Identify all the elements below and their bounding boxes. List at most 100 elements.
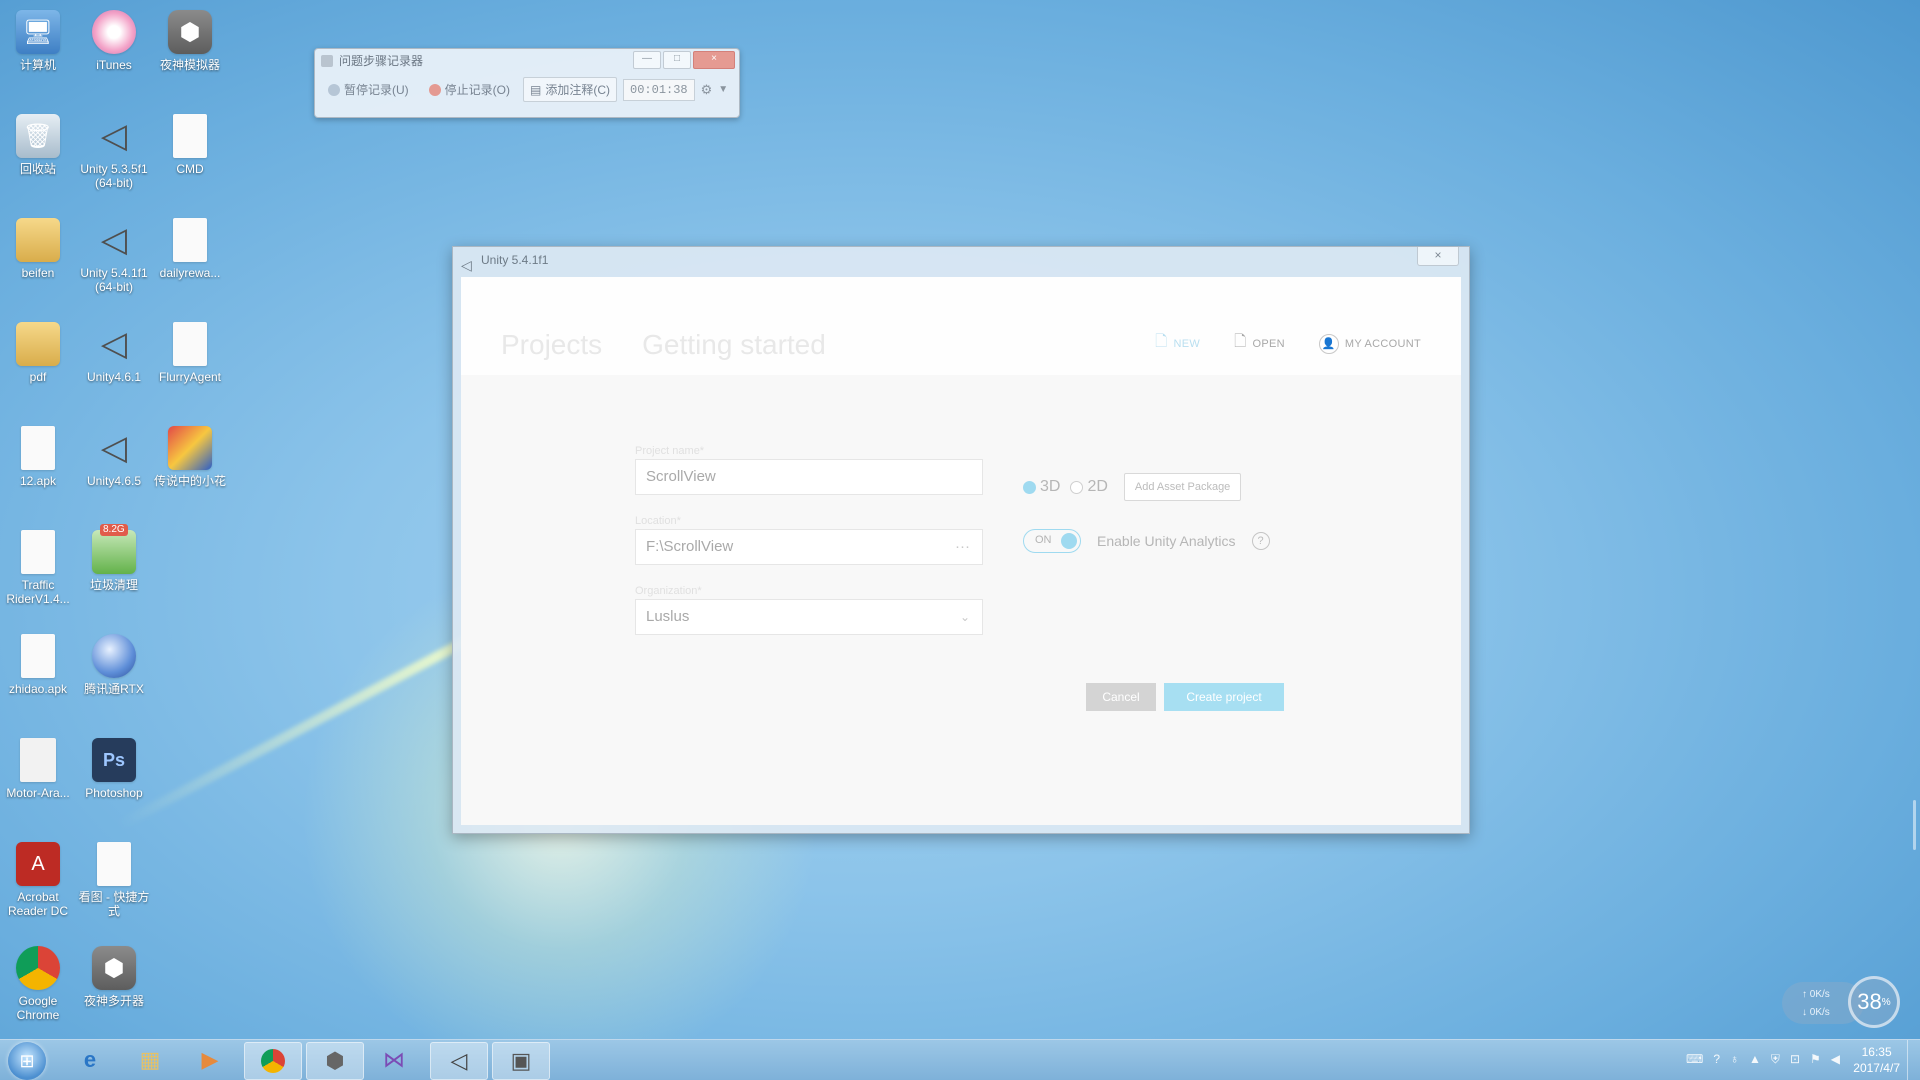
- unity-content: Projects Getting started 🗋 NEW 🗋 OPEN 👤 …: [461, 277, 1461, 825]
- taskbar-clock[interactable]: 16:35 2017/4/7: [1853, 1044, 1900, 1076]
- tab-getting-started[interactable]: Getting started: [642, 329, 826, 361]
- desktop-icon-beifen[interactable]: beifen: [0, 212, 76, 280]
- desktop-icon-game[interactable]: 传说中的小花: [152, 420, 228, 488]
- new-file-icon: 🗋: [1155, 333, 1168, 350]
- help-icon[interactable]: ?: [1713, 1052, 1720, 1067]
- desktop-icon-label: Unity4.6.5: [86, 474, 142, 488]
- file-icon: [173, 114, 207, 158]
- desktop-icon-acrobat[interactable]: A Acrobat Reader DC: [0, 836, 76, 918]
- radio-2d-label: 2D: [1087, 478, 1108, 495]
- pause-record-button[interactable]: 暂停记录(U): [321, 77, 416, 102]
- taskbar-media-player[interactable]: ▶: [182, 1042, 238, 1078]
- toggle-knob: [1061, 533, 1077, 549]
- pause-icon: [328, 83, 340, 96]
- project-name-input[interactable]: ScrollView: [635, 459, 983, 495]
- taskbar-explorer[interactable]: ▦: [122, 1042, 178, 1078]
- radio-2d[interactable]: 2D: [1070, 478, 1108, 496]
- desktop-icon-label: 回收站: [19, 162, 56, 176]
- taskbar-nox[interactable]: ⬢: [306, 1042, 364, 1080]
- taskbar-unity[interactable]: ◁: [430, 1042, 488, 1080]
- desktop-icon-unity-461[interactable]: ◁ Unity4.6.1: [76, 316, 152, 384]
- analytics-toggle[interactable]: ON: [1023, 529, 1081, 553]
- shield-icon[interactable]: ⛨: [1771, 1052, 1780, 1067]
- steps-recorder-titlebar[interactable]: 问题步骤记录器 — □ ×: [315, 49, 739, 73]
- show-desktop-button[interactable]: [1907, 1040, 1920, 1080]
- desktop-icon-cmd[interactable]: CMD: [152, 108, 228, 176]
- organization-select[interactable]: Luslus ⌄: [635, 599, 983, 635]
- clock-time: 16:35: [1861, 1045, 1892, 1059]
- desktop-icon-12apk[interactable]: 12.apk: [0, 420, 76, 488]
- clock-date: 2017/4/7: [1853, 1061, 1900, 1075]
- taskbar-chrome[interactable]: [244, 1042, 302, 1080]
- chrome-icon: [261, 1049, 285, 1073]
- taskbar: ⊞ e ▦ ▶ ⬢ ⋈ ◁ ▣ ⌨ ? ♁ ▲ ⛨ ⊡ ⚑ ◀ 16:35 20…: [0, 1039, 1920, 1080]
- unity-launcher-window: ◁ Unity 5.4.1f1 × Projects Getting start…: [452, 246, 1470, 834]
- desktop-icon-motor[interactable]: Motor-Ara...: [0, 732, 76, 800]
- minimize-button[interactable]: —: [633, 51, 661, 69]
- recorder-icon: ▣: [510, 1048, 532, 1073]
- analytics-label: Enable Unity Analytics: [1097, 533, 1236, 549]
- keyboard-icon[interactable]: ⌨: [1686, 1052, 1703, 1067]
- desktop-icon-label: Acrobat Reader DC: [7, 890, 69, 918]
- cancel-button[interactable]: Cancel: [1086, 683, 1156, 711]
- radio-3d[interactable]: 3D: [1023, 478, 1060, 496]
- desktop-icon-dailyreward[interactable]: dailyrewa...: [152, 212, 228, 280]
- desktop-icon-label: 垃圾清理: [89, 578, 138, 592]
- desktop-icon-photoshop[interactable]: Ps Photoshop: [76, 732, 152, 800]
- radio-2d-indicator: [1070, 480, 1084, 494]
- maximize-button[interactable]: □: [663, 51, 691, 69]
- desktop-icon-itunes[interactable]: ♪ iTunes: [76, 4, 152, 72]
- chevron-down-icon: ⌄: [959, 610, 970, 624]
- project-name-group: Project name* ScrollView: [635, 445, 983, 495]
- create-project-button[interactable]: Create project: [1164, 683, 1284, 711]
- add-comment-button[interactable]: ▤ 添加注释(C): [523, 77, 618, 102]
- radio-3d-indicator: [1023, 480, 1036, 494]
- stop-record-button[interactable]: 停止记录(O): [422, 77, 517, 102]
- close-button[interactable]: ×: [1417, 247, 1459, 266]
- close-button[interactable]: ×: [693, 51, 735, 69]
- desktop-icon-pdf[interactable]: pdf: [0, 316, 76, 384]
- flag-icon[interactable]: ⚑: [1810, 1052, 1821, 1067]
- desktop-icon-rtx[interactable]: 腾讯通RTX: [76, 628, 152, 696]
- desktop-icon-unity-541[interactable]: ◁ Unity 5.4.1f1 (64-bit): [76, 212, 152, 294]
- desktop-icon-traffic-rider[interactable]: Traffic RiderV1.4...: [0, 524, 76, 606]
- volume-icon[interactable]: ◀: [1831, 1052, 1840, 1067]
- desktop-icon-zhidao[interactable]: zhidao.apk: [0, 628, 76, 696]
- desktop-icon-nox[interactable]: ⬢ 夜神模拟器: [152, 4, 228, 72]
- open-project-button[interactable]: 🗋 OPEN: [1234, 331, 1285, 356]
- start-button[interactable]: ⊞: [8, 1042, 46, 1080]
- desktop-icon-computer[interactable]: 🖥 计算机: [0, 4, 76, 72]
- browse-location-button[interactable]: ···: [955, 530, 970, 564]
- unity-titlebar[interactable]: ◁ Unity 5.4.1f1: [453, 247, 1469, 277]
- chevron-up-icon[interactable]: ▲: [1749, 1052, 1761, 1067]
- desktop-icon-nox-multi[interactable]: ⬢ 夜神多开器: [76, 940, 152, 1008]
- my-account-button[interactable]: 👤 MY ACCOUNT: [1318, 333, 1421, 354]
- add-asset-package-button[interactable]: Add Asset Package: [1123, 473, 1242, 501]
- tab-projects[interactable]: Projects: [501, 329, 602, 361]
- tray-app-icon[interactable]: ♁: [1730, 1052, 1739, 1067]
- taskbar-ie[interactable]: e: [62, 1042, 118, 1078]
- desktop-icon-viewer-shortcut[interactable]: 看图 - 快捷方式: [76, 836, 152, 918]
- location-label: Location*: [635, 515, 681, 527]
- unity-header: Projects Getting started 🗋 NEW 🗋 OPEN 👤 …: [461, 277, 1461, 375]
- network-icon[interactable]: ⊡: [1790, 1052, 1800, 1067]
- desktop-icon-cleaner[interactable]: 8.2G 垃圾清理: [76, 524, 152, 592]
- desktop-icon-unity-465[interactable]: ◁ Unity4.6.5: [76, 420, 152, 488]
- elapsed-timer: 00:01:38: [623, 78, 695, 101]
- help-icon[interactable]: ?: [1251, 532, 1270, 550]
- desktop-icon-unity-535[interactable]: ◁ Unity 5.3.5f1 (64-bit): [76, 108, 152, 190]
- new-project-button[interactable]: 🗋 NEW: [1155, 331, 1200, 356]
- desktop-icon-flurryagent[interactable]: FlurryAgent: [152, 316, 228, 384]
- desktop-icon-recycle-bin[interactable]: 🗑 回收站: [0, 108, 76, 176]
- taskbar-steps-recorder[interactable]: ▣: [492, 1042, 550, 1080]
- chevron-down-icon[interactable]: ▼: [718, 84, 728, 95]
- desktop-icon-chrome[interactable]: Google Chrome: [0, 940, 76, 1022]
- network-speed-widget[interactable]: ↑ 0K/s ↓ 0K/s 38%: [1782, 976, 1900, 1030]
- computer-icon: 🖥: [16, 10, 60, 54]
- location-input[interactable]: F:\ScrollView ···: [635, 529, 983, 565]
- unity-icon: ◁: [450, 1048, 468, 1073]
- settings-icon[interactable]: ⚙: [701, 82, 713, 98]
- stop-label: 停止记录(O): [444, 83, 510, 97]
- desktop-icon-label: Traffic RiderV1.4...: [6, 578, 70, 606]
- taskbar-visual-studio[interactable]: ⋈: [366, 1042, 422, 1078]
